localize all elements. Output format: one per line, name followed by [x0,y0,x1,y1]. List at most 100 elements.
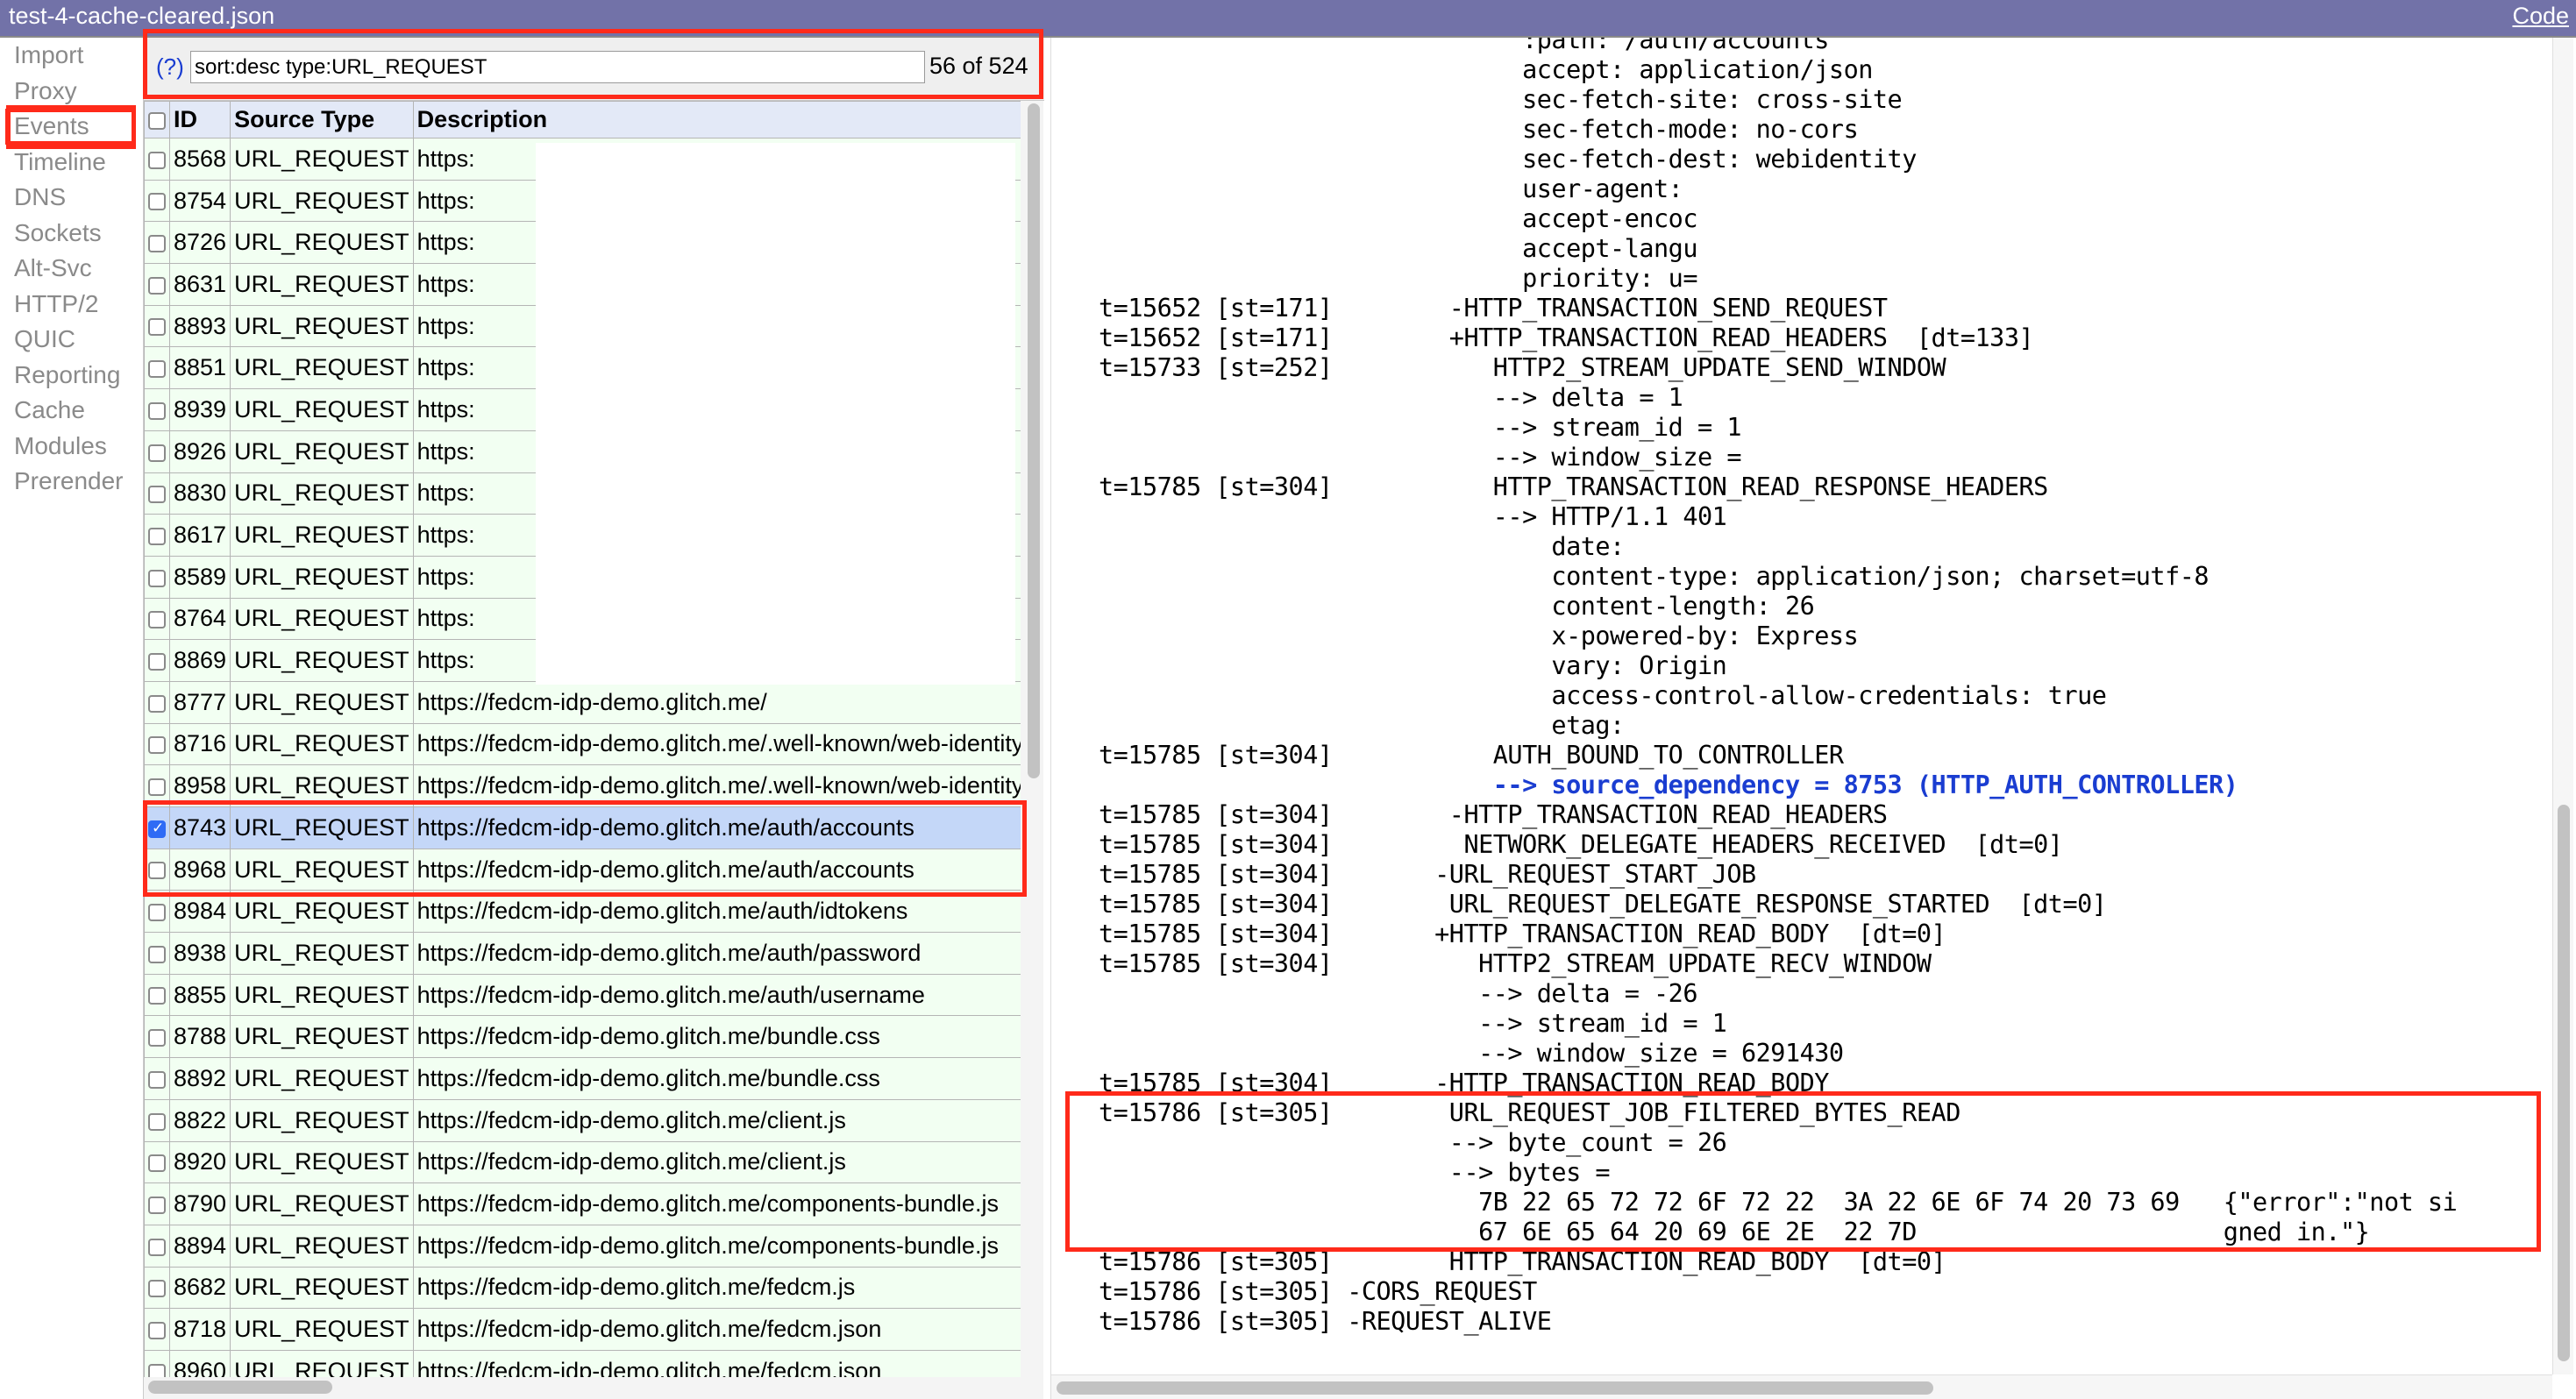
log-line: vary: Origin [1099,651,1727,680]
table-row[interactable]: 8892 URL_REQUEST https://fedcm-idp-demo.gl… [144,1057,1021,1100]
sidebar-item-timeline[interactable]: Timeline [0,145,140,181]
table-row[interactable]: 8743URL_REQUESThttps://fedcm-idp-demo.gl… [144,806,1021,849]
events-horizontal-scrollbar[interactable] [146,1379,1023,1396]
table-row[interactable]: 8777 URL_REQUEST https://fedcm-idp-demo.gl… [144,680,1021,724]
log-line: t=15785 [st=304] NETWORK_DELEGATE_HEADER… [1099,830,2063,859]
row-checkbox[interactable] [148,904,166,922]
row-checkbox[interactable] [148,444,166,462]
log-horizontal-scrollbar[interactable] [1051,1374,2552,1399]
row-checkbox[interactable] [148,276,166,295]
log-line: --> bytes = [1099,1158,1611,1187]
source-dependency-link[interactable]: --> source_dependency = 8753 (HTTP_AUTH_… [1099,771,2457,800]
row-checkbox[interactable] [148,235,166,253]
row-checkbox[interactable] [148,527,166,545]
sidebar-item-cache[interactable]: Cache [0,393,140,429]
scrollbar-thumb[interactable] [148,1381,332,1394]
sidebar-item-proxy[interactable]: Proxy [0,74,140,110]
source-type: URL_REQUEST [230,680,414,724]
row-checkbox[interactable] [148,1070,166,1089]
filter-input[interactable] [190,51,925,83]
column-header-id[interactable]: ID [168,101,231,138]
table-row[interactable]: 8920 URL_REQUEST https://fedcm-idp-demo.gl… [144,1140,1021,1184]
log-line: sec-fetch-dest: webidentity [1099,145,1917,174]
table-row[interactable]: 8968 URL_REQUEST https://fedcm-idp-demo.gl… [144,848,1021,891]
row-checkbox[interactable] [148,987,166,1005]
event-id: 8960 [168,1349,231,1377]
row-select-cell [144,138,170,181]
column-header-description[interactable]: Description [412,101,1021,138]
sidebar-item-modules[interactable]: Modules [0,429,140,465]
sidebar-item-sockets[interactable]: Sockets [0,216,140,252]
table-row[interactable]: 8788 URL_REQUEST https://fedcm-idp-demo.gl… [144,1015,1021,1059]
table-row[interactable]: 8938 URL_REQUEST https://fedcm-idp-demo.gl… [144,932,1021,975]
scrollbar-thumb[interactable] [2558,805,2570,1361]
title-bar: test-4-cache-cleared.json Code [0,0,2576,38]
source-type: URL_REQUEST [230,1308,414,1351]
table-row[interactable]: 8984 URL_REQUEST https://fedcm-idp-demo.gl… [144,890,1021,934]
row-checkbox[interactable] [148,611,166,629]
event-id: 8968 [168,848,231,891]
sidebar-item-http-2[interactable]: HTTP/2 [0,287,140,323]
row-checkbox[interactable] [148,1321,166,1339]
table-row[interactable]: 8716 URL_REQUEST https://fedcm-idp-demo.gl… [144,722,1021,766]
row-checkbox[interactable] [148,318,166,337]
log-line: --> window_size = [1099,443,1742,472]
sidebar-item-alt-svc[interactable]: Alt-Svc [0,251,140,287]
log-vertical-scrollbar[interactable] [2552,38,2573,1374]
filter-help-link[interactable]: (?) [156,53,184,81]
sidebar-item-reporting[interactable]: Reporting [0,358,140,394]
table-row[interactable]: 8894 URL_REQUEST https://fedcm-idp-demo.gl… [144,1224,1021,1268]
table-row[interactable]: 8822 URL_REQUEST https://fedcm-idp-demo.gl… [144,1098,1021,1142]
row-checkbox[interactable] [148,1238,166,1256]
row-checkbox[interactable] [148,486,166,504]
column-header-source-type[interactable]: Source Type [230,101,414,138]
row-checkbox[interactable] [148,1280,166,1298]
sidebar-item-prerender[interactable]: Prerender [0,464,140,500]
table-row[interactable]: 8682 URL_REQUEST https://fedcm-idp-demo.gl… [144,1266,1021,1310]
select-all-checkbox[interactable] [148,111,166,130]
events-vertical-scrollbar[interactable] [1025,103,1042,1304]
table-row[interactable]: 8960 URL_REQUEST https://fedcm-idp-demo.gl… [144,1349,1021,1377]
event-id: 8631 [168,263,231,306]
table-row[interactable]: 8855 URL_REQUEST https://fedcm-idp-demo.gl… [144,973,1021,1017]
sidebar-item-quic[interactable]: QUIC [0,322,140,358]
sidebar-item-import[interactable]: Import [0,38,140,74]
scrollbar-thumb[interactable] [1028,103,1040,778]
row-checkbox[interactable] [148,360,166,379]
event-count: 56 of 524 [929,53,1028,79]
log-line: accept: application/json [1099,55,1873,84]
sidebar-item-events[interactable]: Events [5,109,135,145]
row-checkbox[interactable] [148,569,166,587]
table-row[interactable]: 8718 URL_REQUEST https://fedcm-idp-demo.gl… [144,1308,1021,1351]
row-checkbox[interactable] [148,862,166,880]
event-id: 8893 [168,304,231,348]
row-checkbox[interactable] [148,193,166,211]
row-checkbox[interactable] [148,1196,166,1214]
row-checkbox[interactable] [148,1154,166,1173]
row-checkbox[interactable] [148,1112,166,1131]
row-checkbox[interactable] [148,736,166,755]
source-type: URL_REQUEST [230,806,414,849]
row-checkbox[interactable] [148,401,166,420]
source-type: URL_REQUEST [230,973,414,1017]
row-checkbox[interactable] [148,1029,166,1047]
description: https://fedcm-idp-demo.glitch.me/auth/pa… [412,932,1021,975]
event-log: :path: /auth/accounts accept: applicatio… [1099,38,2458,1337]
row-checkbox[interactable] [148,820,166,838]
row-checkbox[interactable] [148,652,166,671]
description: https://fedcm-idp-demo.glitch.me/client.… [412,1098,1021,1142]
row-checkbox[interactable] [148,945,166,963]
table-row[interactable]: 8790 URL_REQUEST https://fedcm-idp-demo.gl… [144,1182,1021,1225]
scrollbar-thumb[interactable] [1057,1381,1933,1395]
row-select-cell [144,1140,170,1184]
source-type: URL_REQUEST [230,764,414,807]
row-checkbox[interactable] [148,778,166,797]
events-table-container: ID Source Type Description 8568 URL_REQUE… [144,101,1021,1377]
code-link[interactable]: Code [2512,3,2569,30]
sidebar-item-dns[interactable]: DNS [0,180,140,216]
table-row[interactable]: 8958 URL_REQUEST https://fedcm-idp-demo.gl… [144,764,1021,807]
description: https://fedcm-idp-demo.glitch.me/auth/ac… [412,806,1021,849]
row-checkbox[interactable] [148,151,166,169]
row-checkbox[interactable] [148,694,166,713]
row-checkbox[interactable] [148,1363,166,1377]
